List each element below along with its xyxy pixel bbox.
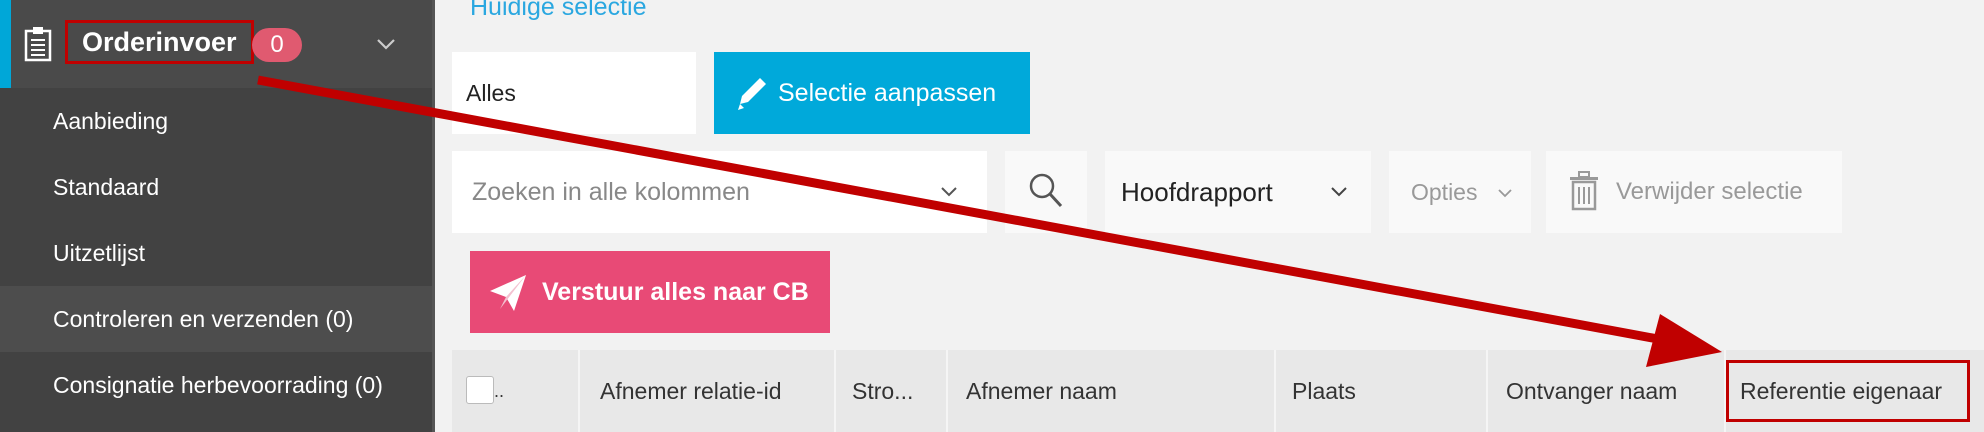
chevron-down-icon	[1331, 187, 1347, 197]
edit-selection-button[interactable]: Selectie aanpassen	[714, 52, 1030, 134]
sidebar-item-uitzetlijst[interactable]: Uitzetlijst	[0, 220, 432, 286]
active-accent-bar	[0, 0, 11, 88]
orderinvoer-title[interactable]: Orderinvoer	[65, 20, 254, 64]
delete-selection-button[interactable]: Verwijder selectie	[1546, 151, 1842, 233]
sidebar-item-aanbieding[interactable]: Aanbieding	[0, 88, 432, 154]
column-divider	[578, 350, 580, 432]
column-header-afnemer-relatie-id[interactable]: Afnemer relatie-id	[600, 350, 782, 432]
sidebar-header-orderinvoer[interactable]: Orderinvoer 0	[0, 0, 432, 88]
sidebar-item-consignatie[interactable]: Consignatie herbevoorrading (0)	[0, 352, 432, 418]
sidebar: Orderinvoer 0 Aanbieding Standaard Uitze…	[0, 0, 432, 432]
order-count-badge: 0	[252, 28, 302, 62]
annotation-highlight-box	[1726, 360, 1970, 422]
search-button[interactable]	[1005, 151, 1087, 233]
trash-icon	[1570, 171, 1598, 211]
chevron-down-icon[interactable]	[374, 34, 398, 54]
report-select[interactable]: Hoofdrapport	[1105, 151, 1371, 233]
section-title: Huidige selectie	[470, 0, 647, 21]
chevron-down-icon[interactable]	[939, 185, 959, 199]
column-header-stro[interactable]: Stro...	[852, 350, 913, 432]
column-divider	[946, 350, 948, 432]
delete-selection-label: Verwijder selectie	[1616, 178, 1803, 205]
send-all-button[interactable]: Verstuur alles naar CB	[470, 251, 830, 333]
select-all-checkbox[interactable]	[466, 376, 494, 404]
column-header-ontvanger-naam[interactable]: Ontvanger naam	[1506, 350, 1677, 432]
send-all-label: Verstuur alles naar CB	[542, 278, 809, 306]
sidebar-item-controleren[interactable]: Controleren en verzenden (0)	[0, 286, 432, 352]
sidebar-item-standaard[interactable]: Standaard	[0, 154, 432, 220]
edit-selection-label: Selectie aanpassen	[778, 79, 997, 107]
options-dropdown[interactable]: Opties	[1389, 151, 1531, 233]
chevron-down-icon	[1498, 189, 1512, 198]
report-select-value: Hoofdrapport	[1121, 177, 1273, 207]
column-divider	[1274, 350, 1276, 432]
paper-plane-icon	[490, 275, 526, 311]
search-input[interactable]: Zoeken in alle kolommen	[452, 151, 987, 233]
search-placeholder: Zoeken in alle kolommen	[472, 178, 750, 206]
clipboard-icon	[24, 27, 52, 62]
sidebar-divider	[432, 0, 435, 432]
checkbox-suffix: ..	[494, 381, 505, 401]
column-divider	[1486, 350, 1488, 432]
column-header-plaats[interactable]: Plaats	[1292, 350, 1356, 432]
options-label: Opties	[1411, 179, 1478, 205]
search-icon	[1029, 173, 1063, 208]
column-header-afnemer-naam[interactable]: Afnemer naam	[966, 350, 1117, 432]
pencil-icon	[738, 78, 766, 110]
column-divider	[834, 350, 836, 432]
selection-value: Alles	[452, 52, 696, 134]
